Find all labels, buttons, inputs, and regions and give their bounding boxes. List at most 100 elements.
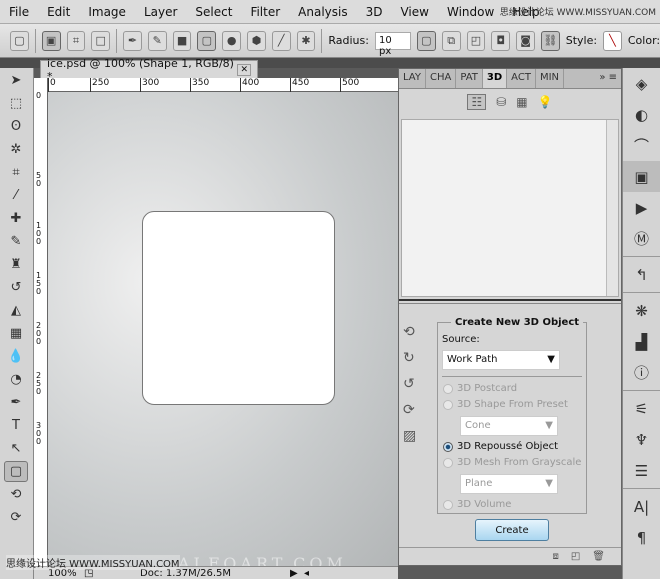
3d-scene-list[interactable] bbox=[401, 119, 619, 297]
exclude-mode-icon[interactable]: ◙ bbox=[516, 30, 535, 51]
radio-3d-postcard[interactable]: 3D Postcard bbox=[443, 383, 517, 394]
crop-tool-icon[interactable]: ⌗ bbox=[4, 162, 28, 183]
rounded-rectangle-tool-icon[interactable]: ▢ bbox=[4, 461, 28, 482]
radio-3d-repousse-object[interactable]: 3D Repoussé Object bbox=[443, 441, 558, 452]
scrollbar[interactable] bbox=[606, 120, 618, 296]
menu-image[interactable]: Image bbox=[79, 5, 135, 19]
path-select-tool-icon[interactable]: ↖ bbox=[4, 438, 28, 459]
menu-filter[interactable]: Filter bbox=[241, 5, 289, 19]
shape-layers-icon[interactable]: ▣ bbox=[41, 30, 61, 51]
pen-tool-icon[interactable]: ✒ bbox=[4, 392, 28, 413]
tool-preset-icon[interactable]: ▢ bbox=[10, 30, 29, 51]
channels-panel-icon[interactable]: ◐ bbox=[623, 99, 660, 130]
new-item-icon[interactable]: ◰ bbox=[571, 551, 580, 562]
radio-3d-shape-from-preset[interactable]: 3D Shape From Preset bbox=[443, 399, 568, 410]
paragraph-panel-icon[interactable]: ¶ bbox=[623, 522, 660, 553]
menu-layer[interactable]: Layer bbox=[135, 5, 186, 19]
close-icon[interactable]: ✕ bbox=[237, 63, 251, 76]
actions-panel-icon[interactable]: ▶ bbox=[623, 192, 660, 223]
create-button[interactable]: Create bbox=[475, 519, 549, 541]
menu-view[interactable]: View bbox=[391, 5, 437, 19]
history-panel-icon[interactable]: ↰ bbox=[623, 259, 660, 290]
intersect-mode-icon[interactable]: ◘ bbox=[491, 30, 511, 51]
clone-source-icon[interactable]: ☰ bbox=[623, 455, 660, 486]
light-filter-icon[interactable]: 💡 bbox=[538, 95, 553, 109]
type-tool-icon[interactable]: T bbox=[4, 415, 28, 436]
menu-file[interactable]: File bbox=[0, 5, 38, 19]
radio-3d-mesh-from-grayscale[interactable]: 3D Mesh From Grayscale bbox=[443, 457, 581, 468]
panel-splitter[interactable] bbox=[399, 299, 621, 304]
gradient-tool-icon[interactable]: ▦ bbox=[4, 323, 28, 344]
3d-camera-rotate-icon[interactable]: ↻ bbox=[403, 350, 427, 376]
3d-light-icon[interactable]: ⟳ bbox=[403, 402, 427, 428]
brush-tool-icon[interactable]: ✎ bbox=[4, 231, 28, 252]
layers-panel-icon[interactable]: ◈ bbox=[623, 68, 660, 99]
brush-presets-icon[interactable]: ⚟ bbox=[623, 393, 660, 424]
3d-material-drop-icon[interactable]: ▨ bbox=[403, 428, 427, 454]
line-icon[interactable]: ╱ bbox=[271, 30, 291, 51]
link-icon[interactable]: ⛓ bbox=[540, 30, 560, 51]
mini-bridge-icon[interactable]: Ⓜ bbox=[623, 223, 660, 254]
new-layer-mode-icon[interactable]: ▢ bbox=[416, 30, 436, 51]
navigator-panel-icon[interactable]: ❋ bbox=[623, 295, 660, 326]
brushes-panel-icon[interactable]: ♆ bbox=[623, 424, 660, 455]
move-tool-icon[interactable]: ➤ bbox=[4, 70, 28, 91]
3d-panel-icon[interactable]: ▣ bbox=[623, 161, 660, 192]
rectangle-icon[interactable]: ■ bbox=[172, 30, 192, 51]
style-swatch-icon[interactable]: ╲ bbox=[603, 30, 622, 51]
stamp-tool-icon[interactable]: ♜ bbox=[4, 254, 28, 275]
eraser-tool-icon[interactable]: ◭ bbox=[4, 300, 28, 321]
subtract-mode-icon[interactable]: ◰ bbox=[466, 30, 486, 51]
menu-edit[interactable]: Edit bbox=[38, 5, 79, 19]
rounded-rectangle-icon[interactable]: ▢ bbox=[197, 30, 217, 51]
quick-select-tool-icon[interactable]: ✲ bbox=[4, 139, 28, 160]
tab-layers[interactable]: LAY bbox=[399, 69, 426, 88]
add-mode-icon[interactable]: ⧉ bbox=[441, 30, 461, 51]
source-select[interactable]: Work Path ▼ bbox=[442, 350, 560, 370]
dodge-tool-icon[interactable]: ◔ bbox=[4, 369, 28, 390]
3d-orbit-tool-icon[interactable]: ⟳ bbox=[4, 507, 28, 528]
polygon-icon[interactable]: ⬢ bbox=[247, 30, 266, 51]
marquee-tool-icon[interactable]: ⬚ bbox=[4, 93, 28, 114]
toggle-3d-extras-icon[interactable]: ⧈ bbox=[552, 551, 558, 562]
character-panel-icon[interactable]: A| bbox=[623, 491, 660, 522]
tab-paths[interactable]: PAT bbox=[456, 69, 483, 88]
info-panel-icon[interactable]: ⓘ bbox=[623, 357, 660, 388]
status-menu-arrow-icon[interactable]: ▶ bbox=[290, 568, 304, 579]
blur-tool-icon[interactable]: 💧 bbox=[4, 346, 28, 367]
lasso-tool-icon[interactable]: ʘ bbox=[4, 116, 28, 137]
tab-3d[interactable]: 3D bbox=[482, 69, 508, 88]
scroll-left-icon[interactable]: ◂ bbox=[304, 568, 309, 579]
tab-actions[interactable]: ACT bbox=[507, 69, 536, 88]
pen-icon[interactable]: ✒ bbox=[123, 30, 142, 51]
radio-3d-volume[interactable]: 3D Volume bbox=[443, 499, 511, 510]
paths-panel-icon[interactable]: ⌒ bbox=[623, 130, 660, 161]
healing-tool-icon[interactable]: ✚ bbox=[4, 208, 28, 229]
preset-select[interactable]: Cone ▼ bbox=[460, 416, 558, 436]
material-filter-icon[interactable]: ▦ bbox=[516, 95, 527, 109]
menu-analysis[interactable]: Analysis bbox=[289, 5, 356, 19]
freeform-pen-icon[interactable]: ✎ bbox=[147, 30, 167, 51]
tab-channels[interactable]: CHA bbox=[426, 69, 457, 88]
history-brush-icon[interactable]: ↺ bbox=[4, 277, 28, 298]
3d-roll-icon[interactable]: ↺ bbox=[403, 376, 427, 402]
trash-icon[interactable]: 🗑 bbox=[592, 551, 605, 562]
histogram-panel-icon[interactable]: ▟ bbox=[623, 326, 660, 357]
radius-input[interactable]: 10 px bbox=[374, 31, 411, 57]
3d-rotate-tool-icon[interactable]: ⟲ bbox=[4, 484, 28, 505]
custom-shape-icon[interactable]: ✱ bbox=[296, 30, 316, 51]
menu-3d[interactable]: 3D bbox=[357, 5, 392, 19]
rounded-rectangle-shape[interactable] bbox=[142, 211, 335, 405]
ellipse-icon[interactable]: ● bbox=[222, 30, 242, 51]
mesh-filter-icon[interactable]: ⛁ bbox=[496, 95, 506, 109]
fill-pixels-icon[interactable]: □ bbox=[91, 30, 111, 51]
3d-object-rotate-icon[interactable]: ⟲ bbox=[403, 324, 427, 350]
tab-mini-bridge[interactable]: MIN bbox=[536, 69, 564, 88]
eyedropper-tool-icon[interactable]: ⁄ bbox=[4, 185, 28, 206]
menu-window[interactable]: Window bbox=[438, 5, 503, 19]
paths-icon[interactable]: ⌗ bbox=[66, 30, 86, 51]
canvas[interactable]: ALFOART.COM bbox=[48, 92, 398, 566]
mesh-select[interactable]: Plane ▼ bbox=[460, 474, 558, 494]
scene-filter-icon[interactable]: ☷ bbox=[467, 94, 487, 110]
document-tab[interactable]: ice.psd @ 100% (Shape 1, RGB/8) * ✕ bbox=[40, 57, 258, 83]
